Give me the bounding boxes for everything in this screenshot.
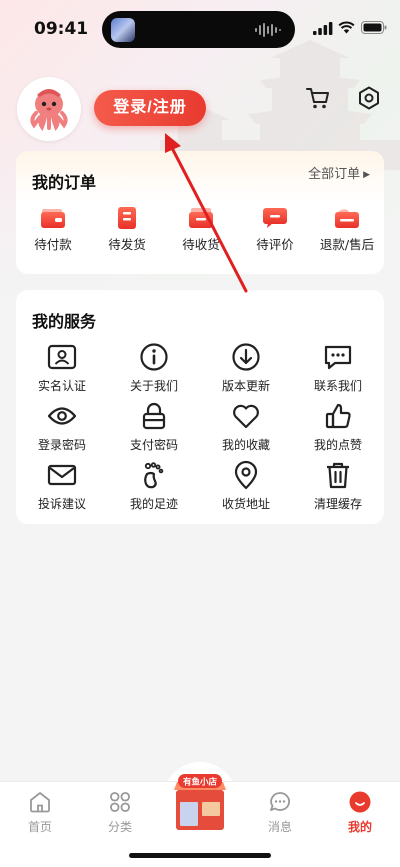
service-login-password[interactable]: 登录密码 xyxy=(17,401,107,453)
services-card: 我的服务 实名认证 关于我们 版本更新 联系我们 登录密码 支付密码 我的收藏 … xyxy=(16,290,384,524)
refund-icon xyxy=(335,209,359,228)
category-icon xyxy=(110,792,130,812)
order-label: 待评价 xyxy=(256,237,294,252)
service-label: 登录密码 xyxy=(37,438,86,452)
octopus-mascot-icon xyxy=(30,89,68,132)
service-my-favorites[interactable]: 我的收藏 xyxy=(201,401,291,453)
avatar[interactable] xyxy=(17,77,81,141)
tab-label: 首页 xyxy=(27,820,52,834)
trash-icon xyxy=(327,462,349,489)
order-item-pending-receipt[interactable]: 待收货 xyxy=(166,207,236,253)
service-label: 联系我们 xyxy=(313,379,362,393)
service-label: 我的点赞 xyxy=(313,438,362,452)
service-label: 支付密码 xyxy=(129,438,178,452)
order-item-pending-review[interactable]: 待评价 xyxy=(240,207,310,253)
all-orders-link[interactable]: 全部订单 ▶ xyxy=(308,163,370,182)
settings-icon[interactable] xyxy=(356,85,382,111)
service-label: 投诉建议 xyxy=(37,497,86,511)
wifi-icon xyxy=(338,21,355,34)
login-register-button[interactable]: 登录/注册 xyxy=(94,90,206,126)
order-label: 待付款 xyxy=(34,237,72,252)
tab-label: 分类 xyxy=(107,820,132,834)
services-title: 我的服务 xyxy=(32,312,97,331)
info-icon xyxy=(140,343,168,371)
service-label: 清理缓存 xyxy=(313,497,362,511)
battery-icon xyxy=(361,21,387,34)
tab-category[interactable]: 分类 xyxy=(90,790,150,835)
home-indicator xyxy=(129,853,271,858)
service-complaints[interactable]: 投诉建议 xyxy=(17,460,107,512)
order-label: 退款/售后 xyxy=(319,237,375,252)
service-label: 关于我们 xyxy=(129,379,178,393)
status-time: 09:41 xyxy=(34,19,89,39)
lock-icon xyxy=(142,402,166,430)
download-icon xyxy=(232,343,260,371)
service-contact-us[interactable]: 联系我们 xyxy=(293,342,383,394)
tab-label: 我的 xyxy=(347,820,372,834)
orders-card: 我的订单 全部订单 ▶ 待付款 待发货 待收货 待评价 退款/售后 xyxy=(16,151,384,274)
shop-sign: 有鱼小店 xyxy=(183,777,218,788)
mail-icon xyxy=(47,464,77,486)
service-payment-password[interactable]: 支付密码 xyxy=(109,401,199,453)
tab-home[interactable]: 首页 xyxy=(10,790,70,835)
audio-wave-icon xyxy=(255,23,281,37)
cellular-signal-icon xyxy=(313,22,333,35)
all-orders-label: 全部订单 xyxy=(308,167,361,182)
id-card-icon xyxy=(47,344,77,370)
now-playing-artwork xyxy=(111,18,135,42)
location-icon xyxy=(234,460,258,490)
tab-messages[interactable]: 消息 xyxy=(250,790,310,835)
chat-icon xyxy=(324,345,352,370)
service-label: 我的足迹 xyxy=(129,497,178,511)
tab-label: 消息 xyxy=(267,820,292,834)
profile-icon xyxy=(349,791,371,813)
service-my-footprints[interactable]: 我的足迹 xyxy=(109,460,199,512)
service-label: 版本更新 xyxy=(221,379,270,393)
order-item-refund-after-sales[interactable]: 退款/售后 xyxy=(312,207,382,253)
chevron-right-icon: ▶ xyxy=(363,170,370,180)
service-shipping-address[interactable]: 收货地址 xyxy=(201,460,291,512)
status-bar: 09:41 xyxy=(0,0,400,56)
home-icon xyxy=(30,792,50,813)
order-item-pending-shipment[interactable]: 待发货 xyxy=(92,207,162,253)
order-label: 待发货 xyxy=(108,237,146,252)
service-label: 实名认证 xyxy=(37,379,86,393)
eye-icon xyxy=(47,407,77,425)
wallet-icon xyxy=(41,209,65,228)
service-about-us[interactable]: 关于我们 xyxy=(109,342,199,394)
service-clear-cache[interactable]: 清理缓存 xyxy=(293,460,383,512)
comment-icon xyxy=(263,208,287,228)
cart-icon[interactable] xyxy=(305,85,331,111)
order-label: 待收货 xyxy=(182,237,220,252)
service-my-likes[interactable]: 我的点赞 xyxy=(293,401,383,453)
order-item-pending-payment[interactable]: 待付款 xyxy=(18,207,88,253)
service-real-name-auth[interactable]: 实名认证 xyxy=(17,342,107,394)
delivery-box-icon xyxy=(189,208,213,228)
message-icon xyxy=(270,792,290,811)
service-label: 我的收藏 xyxy=(221,438,270,452)
shop-icon[interactable]: 有鱼小店 xyxy=(168,772,232,832)
orders-title: 我的订单 xyxy=(32,173,97,192)
service-version-update[interactable]: 版本更新 xyxy=(201,342,291,394)
tab-profile[interactable]: 我的 xyxy=(330,790,390,835)
dynamic-island xyxy=(102,11,295,48)
footprint-icon xyxy=(144,462,164,489)
heart-icon xyxy=(233,404,259,429)
thumbs-up-icon xyxy=(325,403,351,429)
package-icon xyxy=(118,207,136,229)
service-label: 收货地址 xyxy=(221,497,270,511)
